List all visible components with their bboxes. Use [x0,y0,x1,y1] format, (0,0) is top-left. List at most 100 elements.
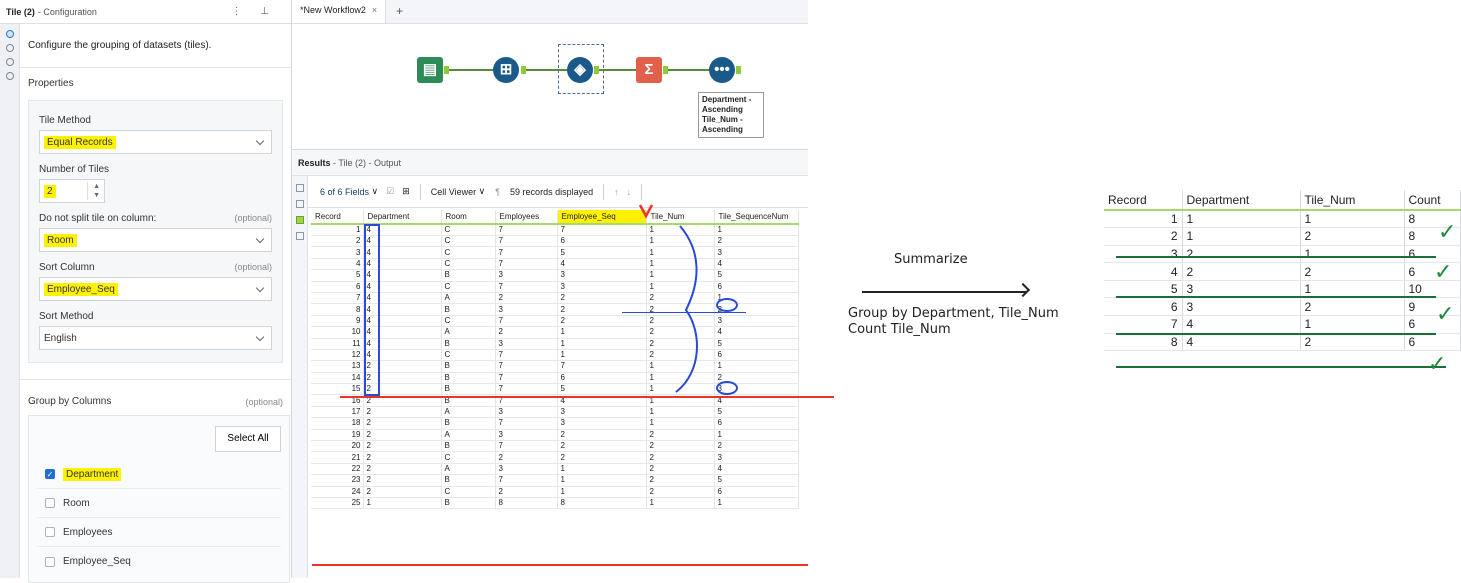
stepper-arrows-icon[interactable]: ▲ ▼ [87,182,100,200]
grid-cell[interactable]: 14 [311,372,364,385]
grid-cell[interactable]: 7 [495,474,558,487]
tab-new-workflow2[interactable]: *New Workflow2 × [292,0,387,23]
tile-method-dropdown[interactable]: Equal Records [39,130,272,154]
grid-cell[interactable]: 12 [311,349,364,362]
group-item-employees[interactable]: Employees [37,518,281,547]
checkbox-checked-icon[interactable]: ✓ [45,469,55,479]
num-tiles-stepper[interactable]: 2 ▲ ▼ [39,179,105,203]
table-icon[interactable] [295,200,304,208]
summarize-tool-icon[interactable]: Σ [636,57,662,83]
grid-cell[interactable]: 23 [311,474,364,487]
table-row[interactable]: 34C7513 [311,246,799,259]
checkbox-icon[interactable] [45,498,55,508]
grid-cell[interactable]: 2 [311,235,364,248]
grid-cell[interactable]: 5 [714,338,799,350]
tag-icon[interactable] [5,58,14,66]
group-item-room[interactable]: Room [37,489,281,518]
grid-cell[interactable]: 7 [495,360,558,373]
grid-cell[interactable]: 3 [311,246,364,259]
grid-cell[interactable]: 3 [557,417,647,430]
grid-cell[interactable]: 3 [557,281,647,293]
grid-cell[interactable]: 6 [557,372,647,385]
grid-cell[interactable]: 4 [714,258,799,271]
anchor-icon[interactable] [736,66,741,74]
grid-cell[interactable]: B [441,497,496,510]
grid-cell[interactable]: 7 [495,383,558,396]
table-row[interactable]: 11 4 B 3 1 2 5 [311,338,799,350]
grid-cell[interactable]: 7 [495,281,558,293]
grid-cell[interactable]: 2 [557,292,647,305]
grid-cell[interactable]: 7 [495,258,558,271]
fields-dropdown[interactable]: 6 of 6 Fields [320,187,369,197]
grid-cell[interactable]: B [441,360,496,373]
formula-tool-icon[interactable]: ⊞ [493,57,519,83]
grid-cell[interactable]: 2 [363,486,442,499]
group-item-employee-seq[interactable]: Employee_Seq [37,547,281,576]
grid-cell[interactable]: 4 [311,258,364,271]
grid-cell[interactable]: 2 [363,440,442,453]
grid-cell[interactable]: 2 [495,486,558,499]
grid-cell[interactable]: 3 [495,303,558,316]
grid-cell[interactable]: C [441,258,496,271]
checkbox-icon[interactable] [45,556,55,567]
grid-cell[interactable]: C [441,486,496,499]
grid-cell[interactable]: 10 [311,326,364,339]
grid-cell[interactable]: 4 [714,463,799,476]
grid-cell[interactable]: 22 [311,463,364,476]
table-row[interactable]: 25 1 B 8 8 1 1 [311,497,799,510]
grid-cell[interactable]: 2 [495,292,558,305]
grid-cell[interactable]: C [441,451,496,464]
arrow-up-icon[interactable]: ↑ [614,187,619,197]
grid-cell[interactable]: C [441,315,496,328]
grid-cell[interactable]: 1 [557,474,647,487]
grid-cell[interactable]: 2 [557,303,647,316]
close-icon[interactable]: × [372,5,377,15]
grid-cell[interactable]: 2 [363,474,442,487]
table-row[interactable]: 54B3315 [311,269,799,282]
col-department[interactable]: Department [363,210,442,225]
grid-cell[interactable]: C [441,281,496,293]
table-row[interactable]: 23 2 B 7 1 2 5 [311,474,799,487]
grid-cell[interactable]: B [441,440,496,453]
table-row[interactable]: 19 2 A 3 2 2 1 [311,429,799,442]
grid-cell[interactable]: 17 [311,406,364,419]
grid-cell[interactable]: 2 [557,429,647,442]
grid-cell[interactable]: 9 [311,315,364,328]
grid-cell[interactable]: 24 [311,486,364,499]
grid-cell[interactable]: 20 [311,440,364,453]
grid-cell[interactable]: 6 [714,281,799,293]
table-row[interactable]: 12 4 C 7 1 2 6 [311,349,799,362]
table-row[interactable]: 21 2 C 2 2 2 3 [311,451,799,464]
col-room[interactable]: Room [441,210,496,225]
table-row[interactable]: 13 2 B 7 7 1 1 [311,360,799,373]
grid-cell[interactable]: 15 [311,383,364,396]
grid-cell[interactable]: 2 [363,429,442,442]
grid-cell[interactable]: 5 [714,474,799,487]
nosplit-dropdown[interactable]: Room [39,228,272,252]
add-tab-button[interactable]: + [386,4,413,23]
grid-cell[interactable]: 1 [714,497,799,510]
grid-cell[interactable]: 4 [714,326,799,339]
grid-cell[interactable]: 1 [714,429,799,442]
grid-cell[interactable]: A [441,292,496,305]
grid-cell[interactable]: 7 [495,246,558,259]
table-row[interactable]: 20 2 B 7 2 2 2 [311,440,799,453]
grid-cell[interactable]: 2 [714,235,799,248]
sort-tool-icon[interactable]: ••• [709,57,735,83]
grid-cell[interactable]: 7 [311,292,364,305]
grid-cell[interactable]: A [441,326,496,339]
grid-cell[interactable]: 7 [495,417,558,430]
table-row[interactable]: 14C7711 [311,224,799,236]
grid-cell[interactable]: 8 [557,497,647,510]
grid-cell[interactable]: 1 [557,463,647,476]
grid-cell[interactable]: 7 [495,349,558,362]
grid-cell[interactable]: 1 [646,417,715,430]
grid-cell[interactable]: 2 [646,463,715,476]
col-tile-sequencenum[interactable]: Tile_SequenceNum [714,210,799,225]
grid-cell[interactable]: 3 [557,406,647,419]
cell-viewer-dropdown[interactable]: Cell Viewer [431,187,476,197]
grid-cell[interactable]: 7 [495,235,558,248]
table-row[interactable]: 22 2 A 3 1 2 4 [311,463,799,476]
grid-cell[interactable]: 5 [557,383,647,396]
grid-cell[interactable]: 19 [311,429,364,442]
